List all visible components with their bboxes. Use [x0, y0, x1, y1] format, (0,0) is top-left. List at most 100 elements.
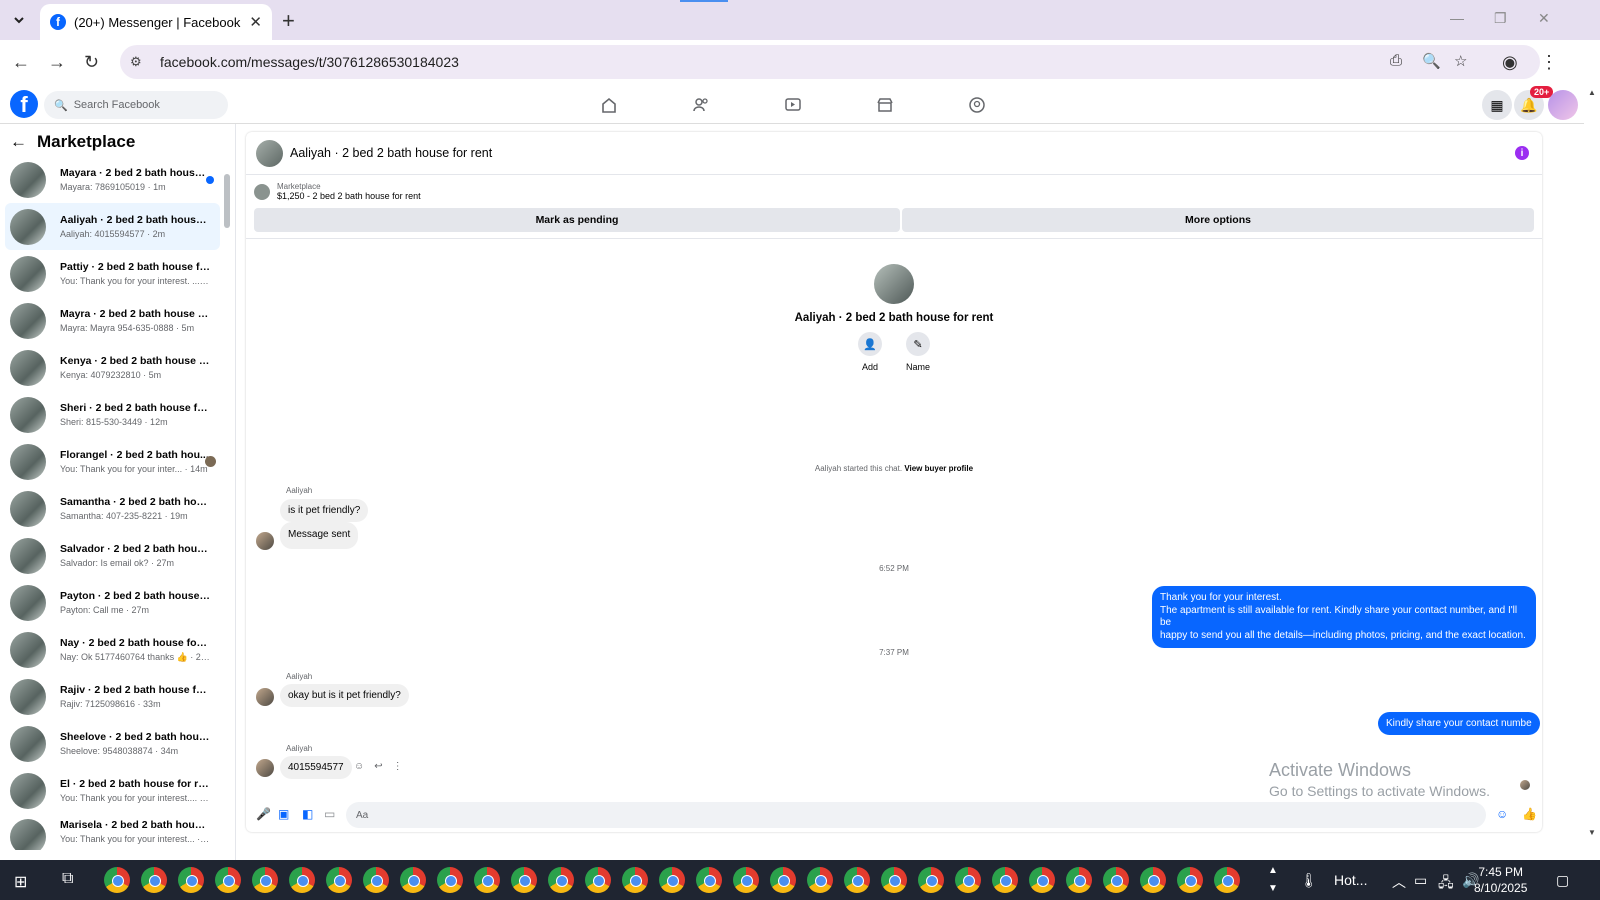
- home-icon[interactable]: [598, 94, 620, 116]
- chrome-taskbar-icon[interactable]: [807, 867, 833, 893]
- conversation-item[interactable]: Sheri · 2 bed 2 bath house for r... Sheri…: [5, 391, 220, 438]
- chrome-taskbar-icon[interactable]: [1177, 867, 1203, 893]
- chrome-taskbar-icon[interactable]: [178, 867, 204, 893]
- chrome-taskbar-icon[interactable]: [252, 867, 278, 893]
- scroll-down-icon[interactable]: ▼: [1588, 828, 1596, 837]
- conversation-item[interactable]: El · 2 bed 2 bath house for rent You: Tha…: [5, 767, 220, 814]
- mark-as-pending-button[interactable]: Mark as pending: [254, 208, 900, 232]
- chrome-taskbar-icon[interactable]: [326, 867, 352, 893]
- incoming-message[interactable]: 4015594577: [280, 756, 352, 779]
- chrome-taskbar-icon[interactable]: [881, 867, 907, 893]
- watch-icon[interactable]: [782, 94, 804, 116]
- meet-now-icon[interactable]: ▭: [1414, 872, 1427, 889]
- more-icon[interactable]: ⋮: [393, 761, 403, 772]
- network-icon[interactable]: 🖧: [1438, 872, 1454, 896]
- chrome-taskbar-icon[interactable]: [1029, 867, 1055, 893]
- incoming-message[interactable]: Message sent: [280, 522, 359, 549]
- site-info-icon[interactable]: ⚙: [130, 54, 152, 70]
- chrome-taskbar-icon[interactable]: [770, 867, 796, 893]
- show-hidden-icons[interactable]: ︿: [1392, 872, 1406, 892]
- react-icon[interactable]: ☺: [354, 761, 364, 772]
- menu-dots-icon[interactable]: ⋮: [1540, 52, 1558, 73]
- info-icon[interactable]: i: [1515, 146, 1529, 160]
- tab-search-button[interactable]: [6, 8, 32, 32]
- conversation-item-selected[interactable]: Aaliyah · 2 bed 2 bath house fo... Aaliya…: [5, 203, 220, 250]
- conversation-item[interactable]: Mayra · 2 bed 2 bath house for... Mayra: …: [5, 297, 220, 344]
- conversation-item[interactable]: Mayara · 2 bed 2 bath house ... Mayara: 7…: [5, 156, 220, 203]
- restore-icon[interactable]: ❐: [1494, 10, 1507, 27]
- conversation-item[interactable]: Samantha · 2 bed 2 bath house... Samantha…: [5, 485, 220, 532]
- chrome-taskbar-icon[interactable]: [659, 867, 685, 893]
- avatar[interactable]: [256, 139, 283, 167]
- conversation-item[interactable]: Florangel · 2 bed 2 bath hou... You: Than…: [5, 438, 220, 485]
- outgoing-message[interactable]: Kindly share your contact numbe: [1378, 712, 1540, 735]
- chrome-taskbar-icon[interactable]: [400, 867, 426, 893]
- bookmark-star-icon[interactable]: ☆: [1454, 52, 1467, 70]
- chrome-taskbar-icon[interactable]: [1214, 867, 1240, 893]
- chrome-taskbar-icon[interactable]: [585, 867, 611, 893]
- address-bar[interactable]: ⚙ facebook.com/messages/t/30761286530184…: [120, 45, 1540, 79]
- chrome-taskbar-icon[interactable]: [918, 867, 944, 893]
- photo-icon[interactable]: ▣: [278, 807, 289, 821]
- chrome-taskbar-icon[interactable]: [437, 867, 463, 893]
- more-options-button[interactable]: More options: [902, 208, 1534, 232]
- weather-icon[interactable]: 🌡: [1300, 872, 1318, 889]
- scroll-thumb[interactable]: [224, 174, 230, 228]
- back-arrow-icon[interactable]: ←: [10, 132, 27, 152]
- chrome-taskbar-icon[interactable]: [215, 867, 241, 893]
- conversation-item[interactable]: Sheelove · 2 bed 2 bath house f... Sheelo…: [5, 720, 220, 767]
- incoming-message[interactable]: is it pet friendly?: [280, 499, 369, 522]
- url-text[interactable]: facebook.com/messages/t/3076128653018402…: [160, 54, 459, 70]
- conversation-item[interactable]: Marisela · 2 bed 2 bath house f... You: T…: [5, 814, 220, 850]
- install-icon[interactable]: ⎙: [1390, 52, 1402, 69]
- chrome-taskbar-icon[interactable]: [289, 867, 315, 893]
- chrome-taskbar-icon[interactable]: [363, 867, 389, 893]
- chrome-taskbar-icon[interactable]: [622, 867, 648, 893]
- menu-grid-icon[interactable]: ▦: [1482, 90, 1512, 120]
- chrome-taskbar-icon[interactable]: [1140, 867, 1166, 893]
- chrome-taskbar-icon[interactable]: [696, 867, 722, 893]
- chrome-taskbar-icon[interactable]: [955, 867, 981, 893]
- chrome-taskbar-icon[interactable]: [1066, 867, 1092, 893]
- system-clock[interactable]: 7:45 PM 8/10/2025: [1474, 864, 1527, 896]
- friends-icon[interactable]: [690, 94, 712, 116]
- conversation-item[interactable]: Salvador · 2 bed 2 bath house f... Salvad…: [5, 532, 220, 579]
- conversation-item[interactable]: Rajiv · 2 bed 2 bath house for r... Rajiv…: [5, 673, 220, 720]
- forward-icon[interactable]: →: [48, 52, 66, 73]
- chrome-taskbar-icon[interactable]: [992, 867, 1018, 893]
- chrome-taskbar-icon[interactable]: [141, 867, 167, 893]
- sidebar-scrollbar[interactable]: [222, 160, 232, 860]
- chrome-taskbar-icon[interactable]: [474, 867, 500, 893]
- edit-name-button[interactable]: ✎ Name: [906, 332, 930, 372]
- page-scrollbar[interactable]: ▲ ▼: [1584, 86, 1600, 860]
- scroll-up-icon[interactable]: ▲: [1588, 88, 1596, 97]
- chrome-taskbar-icon[interactable]: [733, 867, 759, 893]
- facebook-search-input[interactable]: 🔍 Search Facebook: [44, 91, 228, 119]
- zoom-icon[interactable]: 🔍: [1422, 52, 1441, 70]
- weather-text[interactable]: Hot...: [1334, 872, 1367, 888]
- chrome-taskbar-icon[interactable]: [844, 867, 870, 893]
- incoming-message[interactable]: okay but is it pet friendly?: [280, 684, 409, 707]
- reload-icon[interactable]: ↻: [84, 52, 99, 73]
- account-avatar[interactable]: [1548, 90, 1578, 120]
- notification-center-icon[interactable]: ▢: [1556, 872, 1569, 889]
- close-window-icon[interactable]: ✕: [1538, 10, 1550, 27]
- chrome-taskbar-icon[interactable]: [548, 867, 574, 893]
- minimize-icon[interactable]: —: [1450, 10, 1464, 26]
- task-view-icon[interactable]: ⧉: [62, 870, 73, 888]
- marketplace-icon[interactable]: [874, 94, 896, 116]
- conversation-item[interactable]: Nay · 2 bed 2 bath house for rent Nay: Ok…: [5, 626, 220, 673]
- reply-icon[interactable]: ↩: [374, 761, 382, 772]
- back-icon[interactable]: ←: [12, 52, 30, 73]
- groups-icon[interactable]: [966, 94, 988, 116]
- gif-icon[interactable]: ▭: [324, 807, 335, 821]
- taskbar-scroll-arrows[interactable]: ▲ ▼: [1268, 862, 1278, 898]
- close-tab-icon[interactable]: ✕: [249, 13, 262, 31]
- chrome-taskbar-icon[interactable]: [104, 867, 130, 893]
- message-input[interactable]: Aa: [346, 802, 1486, 828]
- chrome-taskbar-icon[interactable]: [511, 867, 537, 893]
- facebook-logo-icon[interactable]: f: [10, 90, 38, 118]
- like-icon[interactable]: 👍: [1522, 807, 1537, 821]
- conversation-item[interactable]: Kenya · 2 bed 2 bath house for ... Kenya:…: [5, 344, 220, 391]
- microphone-icon[interactable]: 🎤: [256, 807, 271, 821]
